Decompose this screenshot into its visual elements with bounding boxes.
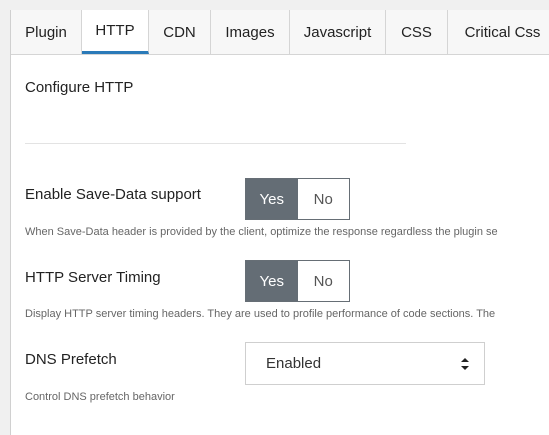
tab-cdn[interactable]: CDN bbox=[149, 10, 211, 54]
sort-arrows-icon bbox=[461, 358, 469, 370]
dns-prefetch-description: Control DNS prefetch behavior bbox=[25, 391, 175, 403]
server-timing-description: Display HTTP server timing headers. They… bbox=[25, 308, 496, 320]
save-data-description: When Save-Data header is provided by the… bbox=[25, 226, 498, 238]
dns-prefetch-label: DNS Prefetch bbox=[25, 351, 117, 368]
save-data-label: Enable Save-Data support bbox=[25, 186, 201, 203]
tab-css[interactable]: CSS bbox=[386, 10, 448, 54]
server-timing-no-button[interactable]: No bbox=[297, 261, 349, 301]
dns-prefetch-select[interactable]: Enabled bbox=[245, 342, 485, 385]
server-timing-toggle: Yes No bbox=[245, 260, 350, 302]
tab-critical-css[interactable]: Critical Css bbox=[448, 10, 549, 54]
section-title: Configure HTTP bbox=[25, 79, 134, 96]
save-data-toggle: Yes No bbox=[245, 178, 350, 220]
server-timing-label: HTTP Server Timing bbox=[25, 269, 161, 286]
tab-javascript[interactable]: Javascript bbox=[290, 10, 386, 54]
dns-prefetch-value: Enabled bbox=[266, 355, 322, 372]
tab-bar: Plugin HTTP CDN Images Javascript CSS Cr… bbox=[11, 10, 549, 55]
server-timing-yes-button[interactable]: Yes bbox=[246, 261, 298, 301]
tab-plugin[interactable]: Plugin bbox=[11, 10, 82, 54]
section-divider bbox=[25, 143, 406, 144]
tab-http[interactable]: HTTP bbox=[82, 10, 149, 54]
save-data-no-button[interactable]: No bbox=[297, 179, 349, 219]
settings-panel: Plugin HTTP CDN Images Javascript CSS Cr… bbox=[10, 10, 549, 435]
tab-images[interactable]: Images bbox=[211, 10, 290, 54]
save-data-yes-button[interactable]: Yes bbox=[246, 179, 298, 219]
